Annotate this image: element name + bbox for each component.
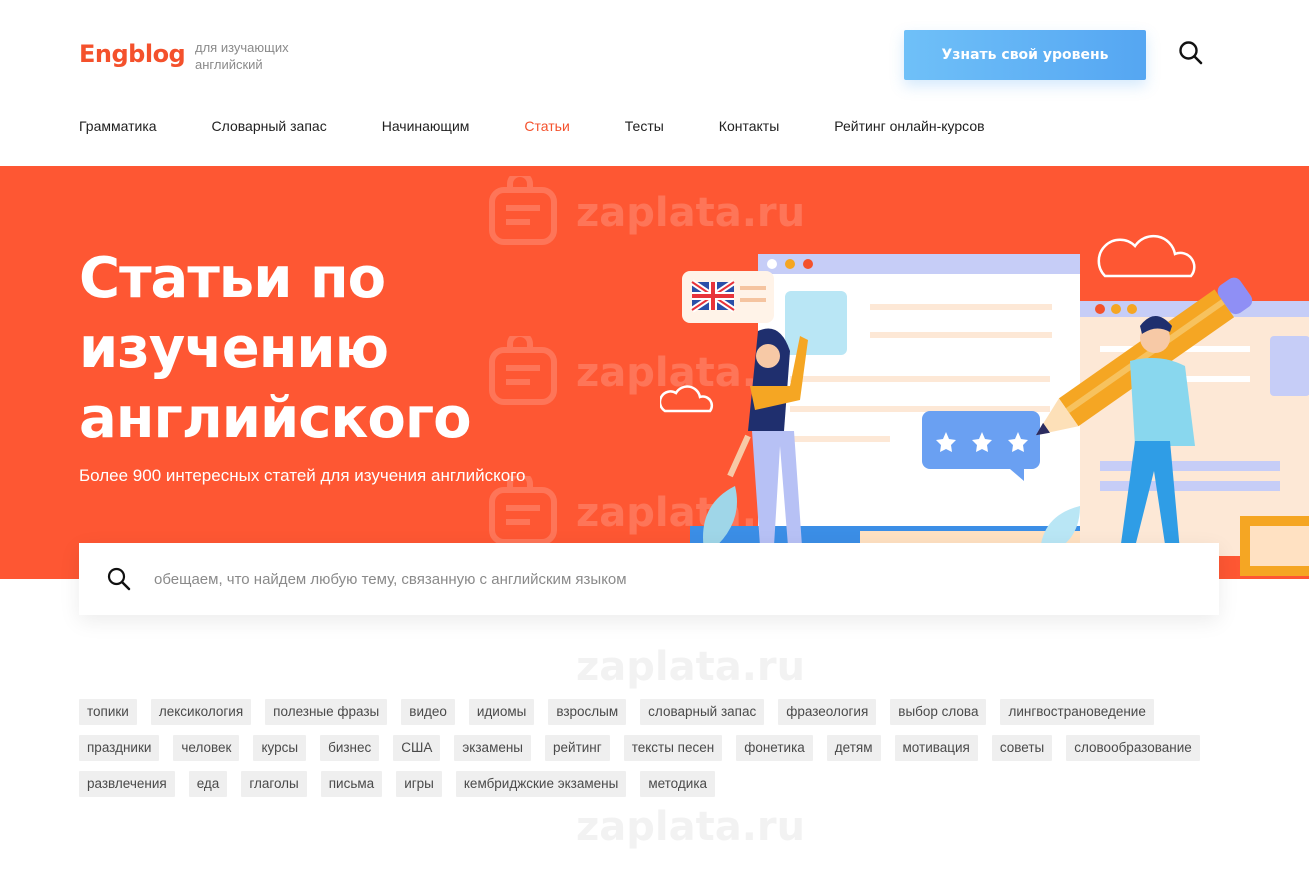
tag-chip[interactable]: лингвострановедение [1000,699,1154,725]
tag-chip[interactable]: праздники [79,735,160,761]
nav-item-4[interactable]: Тесты [625,116,664,136]
tag-chip[interactable]: видео [401,699,455,725]
tag-chip[interactable]: топики [79,699,137,725]
tag-chip[interactable]: письма [320,771,383,797]
tag-chip[interactable]: методика [640,771,716,797]
tag-chip[interactable]: игры [396,771,442,797]
nav-item-3[interactable]: Статьи [524,116,569,136]
tag-chip[interactable]: кембриджские экзамены [455,771,627,797]
tag-chip[interactable]: фонетика [736,735,813,761]
article-search-box [79,543,1219,615]
check-level-button[interactable]: Узнать свой уровень [904,30,1146,80]
uk-flag-icon [690,279,736,313]
tag-chip[interactable]: словообразование [1066,735,1200,761]
nav-item-5[interactable]: Контакты [719,116,779,136]
tag-chip[interactable]: тексты песен [623,735,723,761]
tag-chip[interactable]: развлечения [79,771,175,797]
tag-chip[interactable]: советы [991,735,1053,761]
nav-item-6[interactable]: Рейтинг онлайн-курсов [834,116,984,136]
nav-item-0[interactable]: Грамматика [79,116,157,136]
main-nav: Грамматика Словарный запас Начинающим Стать… [79,116,1040,136]
tag-chip[interactable]: США [393,735,441,761]
tag-chip[interactable]: словарный запас [640,699,765,725]
tag-cloud: топики лексикология полезные фразы видео иди… [79,699,1219,807]
tag-chip[interactable]: выбор слова [890,699,987,725]
tag-chip[interactable]: глаголы [241,771,307,797]
watermark: zaplata.ru [576,644,806,690]
tag-chip[interactable]: экзамены [454,735,532,761]
nav-item-1[interactable]: Словарный запас [212,116,327,136]
tag-chip[interactable]: мотивация [894,735,978,761]
hero-illustration [660,234,1309,579]
header-search-button[interactable] [1176,38,1206,68]
site-tagline: для изучающих английский [195,40,289,72]
hero-title: Статьи по изучению английского [79,246,472,451]
site-logo[interactable]: Engblog [79,40,186,68]
tag-chip[interactable]: идиомы [468,699,535,725]
tag-chip[interactable]: лексикология [150,699,252,725]
tag-chip[interactable]: детям [826,735,881,761]
tag-chip[interactable]: бизнес [320,735,380,761]
hero-banner: zaplata.ru zaplata.ru zaplata.ru Статьи … [0,166,1309,579]
hero-subtitle: Более 900 интересных статей для изучения… [79,466,526,485]
search-icon [107,567,131,591]
tag-chip[interactable]: взрослым [548,699,627,725]
tag-chip[interactable]: человек [173,735,240,761]
tag-chip[interactable]: полезные фразы [265,699,388,725]
tag-chip[interactable]: курсы [253,735,307,761]
nav-item-2[interactable]: Начинающим [382,116,470,136]
article-search-input[interactable] [154,563,1194,595]
site-header: Engblog для изучающих английский Узнать … [0,0,1309,166]
tag-chip[interactable]: еда [188,771,228,797]
tag-chip[interactable]: фразеология [778,699,877,725]
search-icon [1179,41,1203,65]
tag-chip[interactable]: рейтинг [545,735,610,761]
